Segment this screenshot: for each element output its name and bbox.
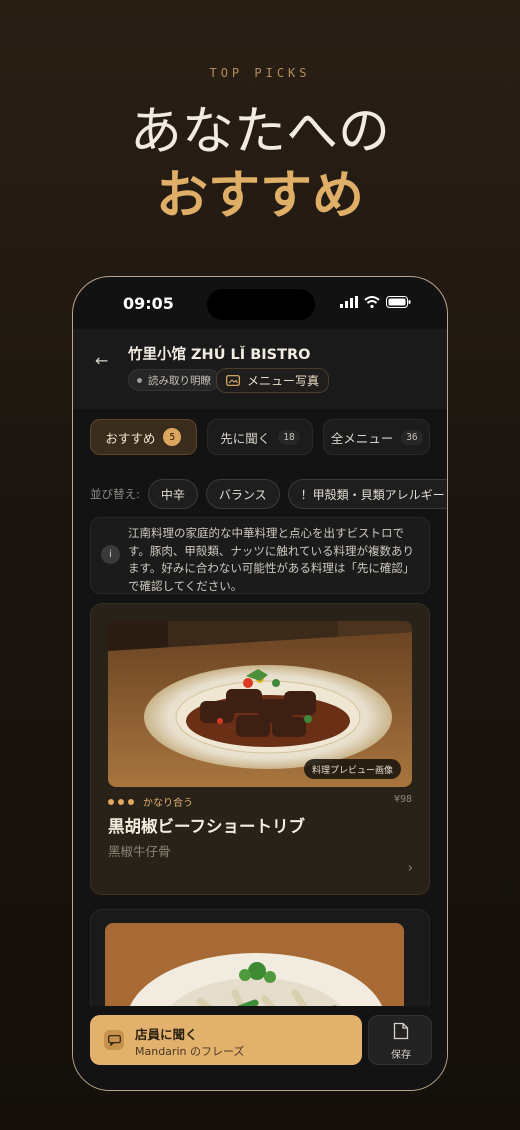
dish-name: 黒胡椒ビーフショートリブ bbox=[108, 817, 306, 836]
dish-photo: 料理プレビュー画像 bbox=[108, 621, 412, 787]
match-dot-icon bbox=[118, 798, 124, 805]
tab-label: 全メニュー bbox=[330, 430, 394, 446]
info-text: 江南料理の家庭的な中華料理と点心を出すビストロです。豚肉、甲殻類、ナッツに触れて… bbox=[128, 526, 415, 593]
document-icon bbox=[393, 1022, 409, 1040]
readability-badge: 読み取り明瞭 bbox=[128, 369, 220, 391]
dish-price: ¥98 bbox=[393, 794, 412, 805]
wifi-icon bbox=[364, 296, 380, 308]
status-icons bbox=[340, 296, 411, 308]
signal-icon bbox=[340, 296, 358, 308]
tab-label: 先に聞く bbox=[220, 430, 271, 446]
status-bar: 09:05 bbox=[73, 277, 447, 329]
dish-card[interactable]: 料理プレビュー画像 かなり合う ¥98 黒胡椒ビーフショートリブ 黑椒牛仔骨 › bbox=[90, 603, 430, 895]
menu-photo-label: メニュー写真 bbox=[247, 374, 320, 388]
sort-row: 並び替え: 中辛 バランス ！甲殻類・貝類アレルギー ！ bbox=[90, 479, 447, 509]
match-label: かなり合う bbox=[143, 798, 193, 809]
restaurant-name: 竹里小馆 ZHÚ LǏ BISTRO bbox=[128, 347, 311, 363]
chip-balance[interactable]: バランス bbox=[205, 479, 280, 509]
ask-staff-title: 店員に聞く bbox=[135, 1027, 198, 1042]
tab-recommended[interactable]: おすすめ 5 bbox=[90, 419, 197, 455]
match-dot-icon bbox=[108, 798, 114, 805]
image-icon bbox=[226, 375, 240, 386]
match-indicator: かなり合う bbox=[108, 794, 193, 809]
menu-photo-button[interactable]: メニュー写真 bbox=[216, 368, 330, 393]
hero-title: あなたへの おすすめ bbox=[0, 100, 520, 228]
dynamic-island bbox=[207, 289, 315, 320]
tab-bar: おすすめ 5 先に聞く 18 全メニュー 36 bbox=[90, 419, 431, 455]
info-icon: i bbox=[101, 545, 120, 564]
phone-frame: 09:05 ← 竹里小馆 ZHÚ LǏ BISTRO 読み取り明瞭 メニュー写真… bbox=[72, 276, 448, 1091]
status-time: 09:05 bbox=[123, 294, 174, 313]
hero-kicker: TOP PICKS bbox=[209, 66, 311, 80]
match-dot-icon bbox=[128, 798, 134, 805]
chip-spice[interactable]: 中辛 bbox=[147, 479, 198, 509]
hero-title-line1: あなたへの bbox=[129, 102, 390, 162]
tab-label: おすすめ bbox=[105, 430, 156, 446]
status-dot-icon bbox=[137, 377, 142, 383]
readability-badge-label: 読み取り明瞭 bbox=[148, 374, 211, 387]
tab-all-menu[interactable]: 全メニュー 36 bbox=[323, 419, 431, 455]
save-label: 保存 bbox=[391, 1050, 411, 1061]
dish-original-name: 黑椒牛仔骨 bbox=[108, 844, 171, 859]
tab-count: 5 bbox=[163, 428, 182, 446]
save-button[interactable]: 保存 bbox=[368, 1015, 432, 1065]
chip-allergy[interactable]: ！甲殻類・貝類アレルギー bbox=[287, 479, 447, 509]
battery-icon bbox=[386, 296, 411, 308]
tab-ask-first[interactable]: 先に聞く 18 bbox=[206, 419, 314, 455]
main-content: おすすめ 5 先に聞く 18 全メニュー 36 並び替え: 中辛 バランス ！甲… bbox=[73, 409, 447, 1090]
photo-tag: 料理プレビュー画像 bbox=[303, 759, 401, 779]
app-header: ← 竹里小馆 ZHÚ LǏ BISTRO 読み取り明瞭 メニュー写真 bbox=[73, 329, 447, 409]
chevron-right-icon: › bbox=[407, 861, 413, 876]
tab-count: 18 bbox=[278, 429, 300, 445]
bottom-action-bar: 店員に聞く Mandarin のフレーズ 保存 bbox=[73, 1006, 447, 1090]
sort-label: 並び替え: bbox=[90, 487, 140, 501]
chat-icon bbox=[104, 1030, 124, 1050]
ask-staff-subtitle: Mandarin のフレーズ bbox=[135, 1045, 245, 1058]
ask-staff-button[interactable]: 店員に聞く Mandarin のフレーズ bbox=[90, 1015, 362, 1065]
arrow-left-icon[interactable]: ← bbox=[95, 351, 108, 370]
hero-title-line2: おすすめ bbox=[155, 165, 364, 226]
info-box: i 江南料理の家庭的な中華料理と点心を出すビストロです。豚肉、甲殻類、ナッツに触… bbox=[90, 517, 430, 594]
tab-count: 36 bbox=[401, 429, 423, 445]
